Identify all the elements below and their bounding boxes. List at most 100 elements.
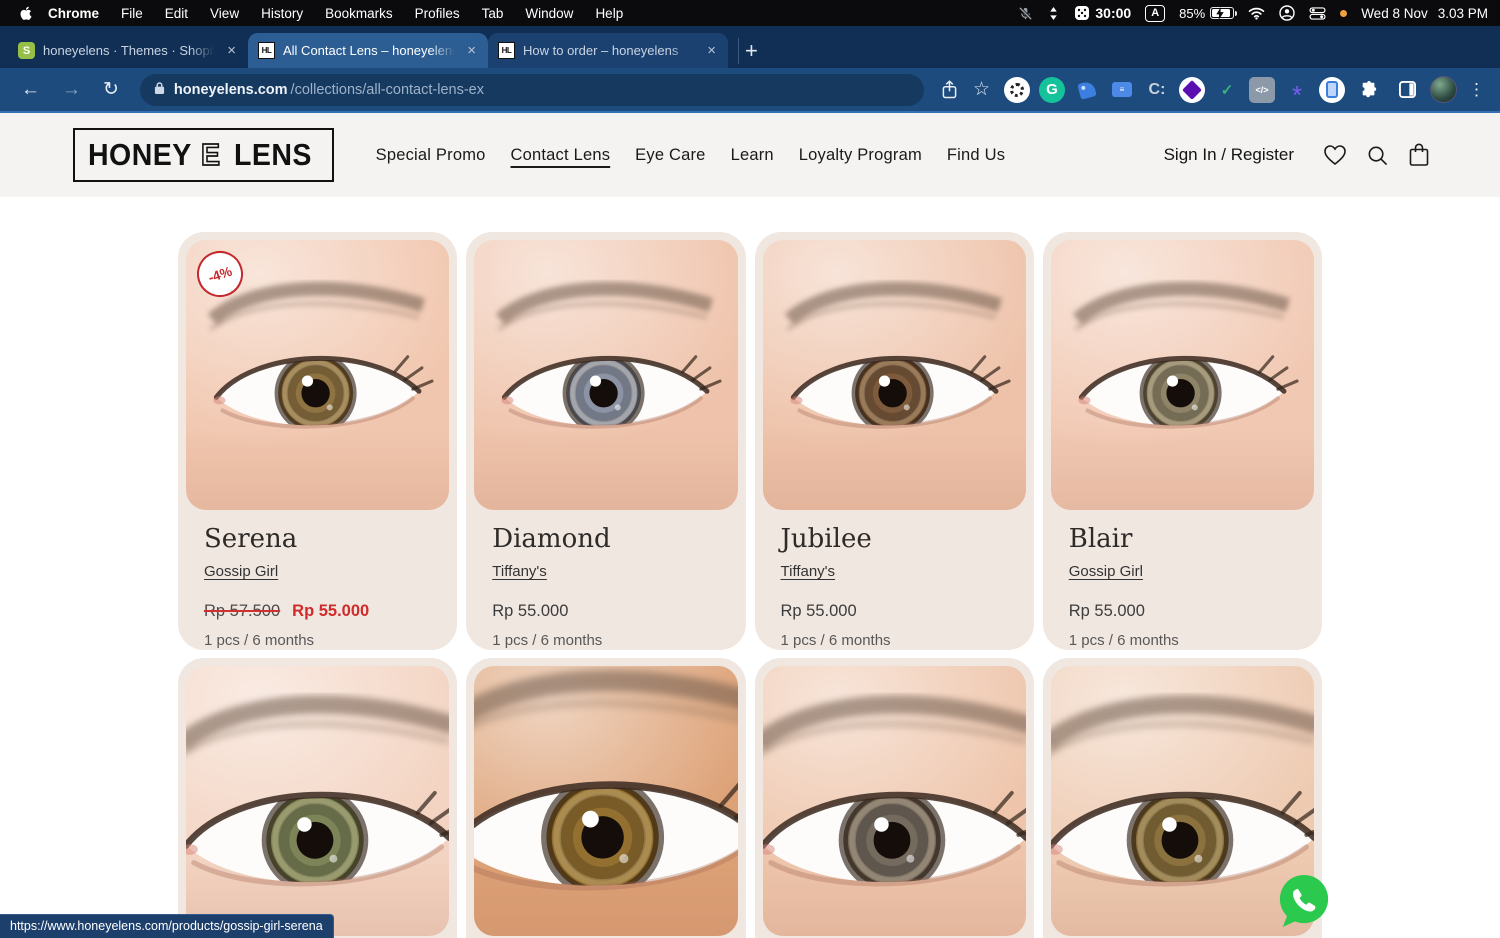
product-name[interactable]: Jubilee: [781, 524, 1008, 554]
price: Rp 55.000: [1069, 602, 1145, 621]
tab-close-icon[interactable]: ×: [703, 42, 720, 59]
display-arrows-icon[interactable]: [1047, 6, 1060, 21]
nav-eye-care[interactable]: Eye Care: [635, 146, 705, 165]
puzzle-extensions-icon[interactable]: [1354, 81, 1384, 99]
product-card-serena[interactable]: -4% Serena Gossip Girl Rp 57.500 Rp 55.0…: [178, 232, 457, 650]
logo-text: HONEY: [88, 137, 192, 173]
tab-all-contact-lens[interactable]: HL All Contact Lens – honeyelens ×: [248, 33, 488, 68]
menu-help[interactable]: Help: [595, 6, 623, 21]
nav-learn[interactable]: Learn: [731, 146, 774, 165]
mic-in-use-dot: [1340, 10, 1347, 17]
url-domain: honeyelens.com: [174, 82, 288, 98]
product-card[interactable]: [755, 658, 1034, 938]
forward-button[interactable]: →: [53, 75, 90, 105]
product-card-jubilee[interactable]: Jubilee Tiffany's Rp 55.000 1 pcs / 6 mo…: [755, 232, 1034, 650]
menu-window[interactable]: Window: [525, 6, 573, 21]
wifi-icon[interactable]: [1248, 7, 1265, 20]
whatsapp-button[interactable]: [1277, 873, 1331, 929]
site-header: HONEYELENS Special Promo Contact Lens Ey…: [0, 113, 1500, 197]
side-panel-icon[interactable]: [1393, 81, 1422, 98]
input-source-indicator[interactable]: A: [1145, 5, 1165, 22]
diamond-extension-icon[interactable]: [1179, 77, 1205, 103]
product-image[interactable]: [474, 240, 737, 510]
address-bar[interactable]: honeyelens.com/collections/all-contact-l…: [140, 74, 924, 106]
wishlist-heart-icon[interactable]: [1323, 144, 1347, 166]
tab-title: All Contact Lens – honeyelens: [283, 43, 455, 58]
menu-tab[interactable]: Tab: [482, 6, 504, 21]
collection-link[interactable]: Gossip Girl: [204, 563, 278, 580]
back-button[interactable]: ←: [12, 75, 49, 105]
product-unit: 1 pcs / 6 months: [1069, 632, 1296, 649]
product-card[interactable]: [466, 658, 745, 938]
product-name[interactable]: Diamond: [492, 524, 719, 554]
product-image[interactable]: -4%: [186, 240, 449, 510]
profile-avatar[interactable]: [1430, 76, 1457, 103]
menu-profiles[interactable]: Profiles: [415, 6, 460, 21]
apple-icon[interactable]: [18, 5, 34, 21]
product-image[interactable]: [763, 666, 1026, 936]
product-card-diamond[interactable]: Diamond Tiffany's Rp 55.000 1 pcs / 6 mo…: [466, 232, 745, 650]
link-status-tooltip: https://www.honeyelens.com/products/goss…: [0, 914, 334, 938]
menu-file[interactable]: File: [121, 6, 143, 21]
product-unit: 1 pcs / 6 months: [204, 632, 431, 649]
tab-title: honeyelens · Themes · Shopify: [43, 43, 215, 58]
checker-extension-icon[interactable]: ✓: [1214, 77, 1240, 103]
menu-edit[interactable]: Edit: [165, 6, 188, 21]
shopify-favicon: S: [18, 42, 35, 59]
menubar-time: 3.03 PM: [1438, 6, 1488, 21]
sign-in-register-link[interactable]: Sign In / Register: [1164, 145, 1294, 165]
product-name[interactable]: Serena: [204, 524, 431, 554]
product-image[interactable]: [186, 666, 449, 936]
bookmark-star-icon[interactable]: ☆: [967, 78, 996, 101]
collection-link[interactable]: Tiffany's: [781, 563, 836, 580]
product-image[interactable]: [1051, 666, 1314, 936]
new-tab-button[interactable]: +: [738, 38, 764, 64]
old-price: Rp 57.500: [204, 602, 280, 621]
menu-bookmarks[interactable]: Bookmarks: [325, 6, 393, 21]
burst-extension-icon[interactable]: *: [1284, 77, 1310, 103]
tab-close-icon[interactable]: ×: [463, 42, 480, 59]
lock-icon: [154, 81, 165, 99]
battery-percent: 85%: [1179, 6, 1205, 21]
product-card-blair[interactable]: Blair Gossip Girl Rp 55.000 1 pcs / 6 mo…: [1043, 232, 1322, 650]
collection-link[interactable]: Tiffany's: [492, 563, 547, 580]
nav-contact-lens[interactable]: Contact Lens: [511, 146, 611, 165]
menu-history[interactable]: History: [261, 6, 303, 21]
extension-ring-icon[interactable]: [1004, 77, 1030, 103]
extensions-row: G ≡ C: ✓ </> *: [1004, 77, 1422, 103]
mic-muted-icon: [1018, 6, 1033, 21]
share-icon[interactable]: [936, 80, 963, 99]
tab-shopify-admin[interactable]: S honeyelens · Themes · Shopify ×: [8, 33, 248, 68]
user-account-icon[interactable]: [1279, 5, 1295, 21]
nav-find-us[interactable]: Find Us: [947, 146, 1005, 165]
card-extension-icon[interactable]: ≡: [1109, 77, 1135, 103]
reload-button[interactable]: ↻: [94, 75, 128, 105]
search-icon[interactable]: [1366, 144, 1389, 167]
product-card[interactable]: [178, 658, 457, 938]
product-image[interactable]: [1051, 240, 1314, 510]
chrome-menu-icon[interactable]: ⋮: [1461, 80, 1490, 100]
product-image[interactable]: [763, 240, 1026, 510]
colorzilla-icon[interactable]: C:: [1144, 77, 1170, 103]
browser-tabstrip: S honeyelens · Themes · Shopify × HL All…: [0, 26, 1500, 68]
cart-bag-icon[interactable]: [1408, 143, 1430, 167]
price: Rp 55.000: [492, 602, 568, 621]
product-image[interactable]: [474, 666, 737, 936]
nav-loyalty-program[interactable]: Loyalty Program: [799, 146, 922, 165]
product-name[interactable]: Blair: [1069, 524, 1296, 554]
menu-view[interactable]: View: [210, 6, 239, 21]
menubar-app-name[interactable]: Chrome: [48, 6, 99, 21]
tag-extension-icon[interactable]: [1074, 77, 1100, 103]
tab-how-to-order[interactable]: HL How to order – honeyelens ×: [488, 33, 728, 68]
honeyelens-logo[interactable]: HONEYELENS: [73, 128, 334, 182]
nav-special-promo[interactable]: Special Promo: [376, 146, 486, 165]
phone-extension-icon[interactable]: [1319, 77, 1345, 103]
collection-link[interactable]: Gossip Girl: [1069, 563, 1143, 580]
product-grid-row-2: [178, 658, 1322, 938]
control-center-icon[interactable]: [1309, 7, 1326, 20]
tab-close-icon[interactable]: ×: [223, 42, 240, 59]
code-extension-icon[interactable]: </>: [1249, 77, 1275, 103]
timer-value: 30:00: [1095, 5, 1131, 21]
main-nav: Special Promo Contact Lens Eye Care Lear…: [376, 146, 1006, 165]
grammarly-icon[interactable]: G: [1039, 77, 1065, 103]
